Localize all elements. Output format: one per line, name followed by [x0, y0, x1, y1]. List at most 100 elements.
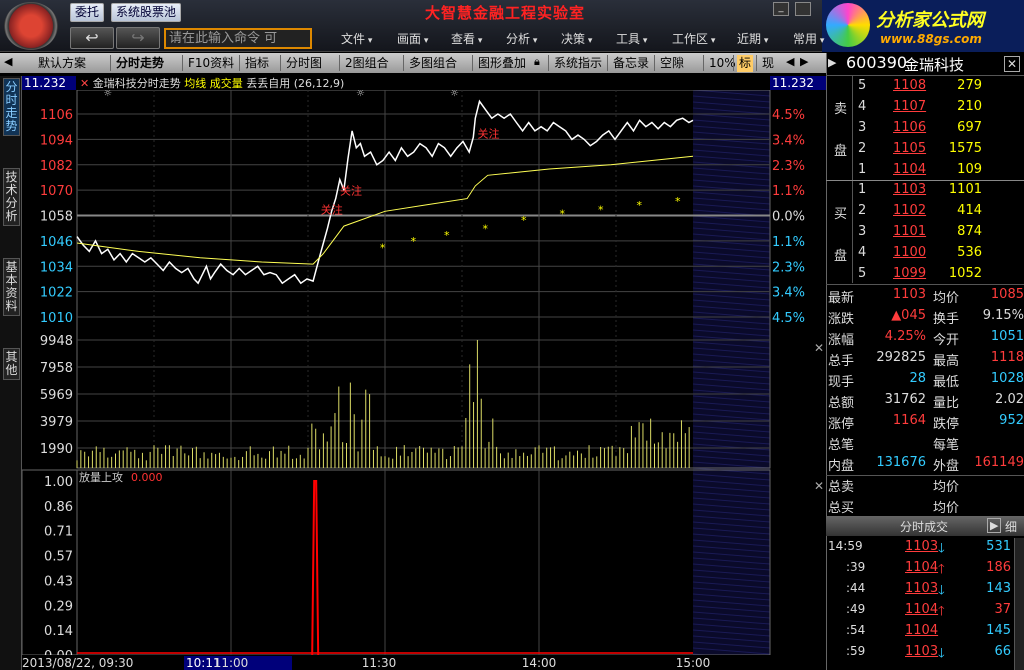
toolbar-separator [733, 55, 734, 71]
volume-tick-label: 9948 [40, 334, 73, 349]
ask-price[interactable]: 1104 [893, 162, 926, 177]
toolbar-tab-9[interactable]: 备忘录 [611, 55, 651, 72]
toolbar-tab-3[interactable]: 指标 [243, 55, 271, 72]
vertical-tab-3[interactable]: 其他 [3, 348, 20, 380]
bid-price[interactable]: 1103 [893, 182, 926, 197]
menu-6[interactable]: 工作区 [672, 30, 715, 47]
signal-star-icon: * [380, 241, 386, 254]
panel-close-icon[interactable]: ✕ [814, 341, 824, 355]
stock-code: 600390 [846, 53, 908, 72]
toolbar-separator [339, 55, 340, 71]
ticks-scrollbar[interactable] [1014, 538, 1024, 670]
gear-icon[interactable]: ☼ [356, 90, 365, 99]
toolbar-tab-12[interactable]: 标 [737, 55, 754, 72]
quote-close-icon[interactable]: ✕ [1004, 56, 1020, 72]
menu-3[interactable]: 分析 [506, 30, 537, 47]
signal-star-icon: * [675, 195, 681, 208]
scroll-left-icon[interactable]: ◀ [4, 55, 12, 68]
toolbar-separator [654, 55, 655, 71]
buy-label: 盘 [834, 249, 848, 264]
stat-key: 换手 [933, 312, 960, 327]
ticks-detail-button[interactable]: 细 [1005, 518, 1017, 535]
menu-2[interactable]: 查看 [451, 30, 482, 47]
total-key: 总卖 [828, 480, 855, 495]
command-input[interactable]: 请在此输入命令 可 [164, 28, 312, 49]
stat-key: 内盘 [828, 459, 855, 474]
stat-value: 1051 [990, 329, 1024, 344]
stock-pool-button[interactable]: 系统股票池 [111, 3, 182, 22]
forward-arrow-icon: ↪ [131, 28, 145, 47]
stat-key: 跌停 [933, 417, 960, 432]
menu-4[interactable]: 决策 [561, 30, 592, 47]
toolbar-tab-4[interactable]: 分时图 [284, 55, 324, 72]
tick-price: 1104 [905, 560, 939, 575]
maximize-button[interactable] [795, 2, 811, 16]
prev-stock-icon[interactable]: ▶ [828, 56, 836, 69]
signal-star-icon: * [411, 235, 417, 248]
menu-5[interactable]: 工具 [616, 30, 647, 47]
forward-button[interactable]: ↪ [116, 27, 160, 49]
stat-value: 131676 [876, 455, 926, 470]
vertical-tab-0[interactable]: 分时走势 [3, 78, 20, 136]
buy-label: 买 [834, 207, 848, 222]
stat-value: 31762 [884, 392, 926, 407]
volume-tick-label: 3979 [40, 415, 73, 430]
bid-price[interactable]: 1100 [893, 245, 926, 260]
chart-top-right-value: 11.232 [770, 76, 826, 90]
panel-close-icon[interactable]: ✕ [814, 479, 824, 493]
intraday-chart[interactable]: 1106 4.5% 1094 3.4% 1082 2.3% 1070 1.1% 1058 0.0%… [22, 90, 826, 670]
toolbar-tab-8[interactable]: 系统指示 [552, 55, 604, 72]
gear-icon[interactable]: ☼ [103, 90, 112, 99]
toolbar-tab-2[interactable]: F10资料 [186, 55, 236, 72]
pct-tick-label: 2.3% [772, 159, 805, 174]
toolbar-tab-7[interactable]: 图形叠加 [476, 55, 528, 72]
toolbar-tab-13[interactable]: 现 [760, 55, 776, 72]
ask-price[interactable]: 1106 [893, 120, 926, 135]
menu-7[interactable]: 近期 [737, 30, 768, 47]
stat-key: 均价 [933, 291, 960, 306]
entrust-button[interactable]: 委托 [70, 3, 105, 22]
sell-label: 盘 [834, 144, 848, 159]
bid-price[interactable]: 1099 [893, 266, 926, 281]
toolbar-tab-6[interactable]: 多图组合 [407, 55, 459, 72]
stat-key: 现手 [828, 375, 855, 390]
tab-scroll-left-icon[interactable]: ◀ [786, 55, 794, 68]
back-button[interactable]: ↩ [70, 27, 114, 49]
tick-time: :59 [846, 644, 866, 658]
chart-top-left-value: 11.232 [22, 76, 76, 90]
ticks-play-icon[interactable]: ▶ [987, 518, 1002, 533]
price-tick-label: 1070 [40, 184, 73, 199]
pct-tick-label: 1.1% [772, 235, 805, 250]
toolbar-tab-1[interactable]: 分时走势 [114, 55, 166, 72]
toolbar-tab-10[interactable]: 空隙 [658, 55, 686, 72]
toolbar-tab-5[interactable]: 2图组合 [343, 55, 391, 72]
tick-price: 1104 [905, 602, 939, 617]
vertical-tab-1[interactable]: 技术分析 [3, 168, 20, 226]
ask-price[interactable]: 1107 [893, 99, 926, 114]
gear-icon[interactable]: ☼ [450, 90, 459, 99]
toolbar-tab-0[interactable]: 默认方案 [36, 55, 88, 72]
stat-value: ▲045 [891, 308, 926, 323]
menu-8[interactable]: 常用 [793, 30, 824, 47]
bid-price[interactable]: 1101 [893, 224, 926, 239]
close-icon[interactable]: ✕ [80, 77, 89, 90]
volume-tick-label: 7958 [40, 361, 73, 376]
ad-url: www.88gs.com [880, 32, 982, 46]
vertical-tab-2[interactable]: 基本资料 [3, 258, 20, 316]
minimize-button[interactable]: _ [773, 2, 789, 16]
arrow-down-icon: 🡓 [938, 646, 945, 661]
tick-time: :49 [846, 602, 866, 616]
toolbar-separator [607, 55, 608, 71]
ask-price[interactable]: 1108 [893, 78, 926, 93]
lock-icon[interactable]: 🔒︎ [534, 55, 540, 69]
bid-level: 3 [858, 224, 867, 239]
tab-scroll-right-icon[interactable]: ▶ [800, 55, 808, 68]
stat-value: 1164 [892, 413, 926, 428]
ask-price[interactable]: 1105 [893, 141, 926, 156]
bid-price[interactable]: 1102 [893, 203, 926, 218]
menu-1[interactable]: 画面 [397, 30, 428, 47]
tick-price: 1103 [905, 539, 939, 554]
stat-value: 2.02 [995, 392, 1024, 407]
arrow-down-icon: 🡓 [938, 541, 945, 556]
menu-0[interactable]: 文件 [341, 30, 372, 47]
